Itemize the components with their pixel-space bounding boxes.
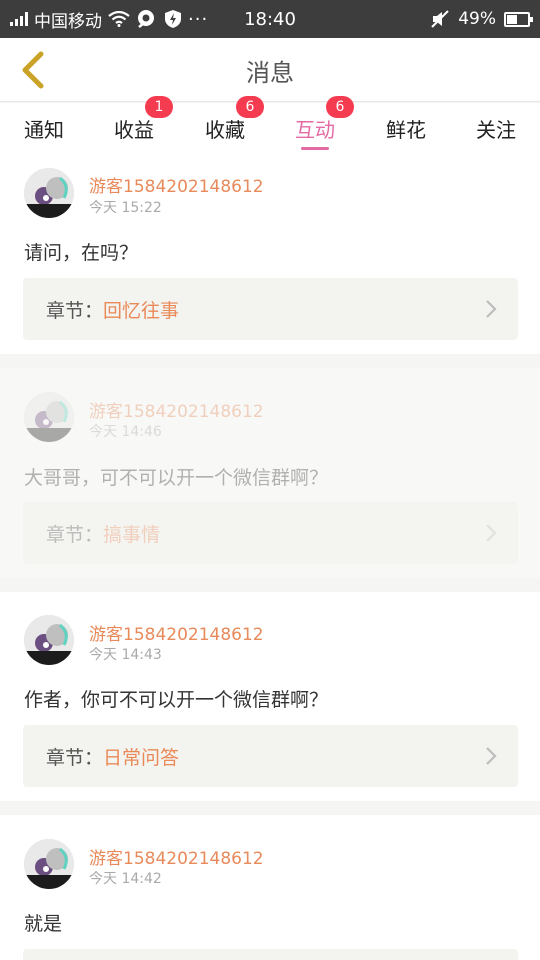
chapter-name: 搞事情 xyxy=(103,523,161,546)
shield-icon xyxy=(165,10,181,28)
chapter-link[interactable] xyxy=(23,949,518,960)
username[interactable]: 游客1584202148612 xyxy=(89,172,264,197)
message-card: 游客1584202148612 今天 14:42 就是 xyxy=(0,815,540,960)
chevron-right-icon xyxy=(486,300,497,318)
chapter-name: 回忆往事 xyxy=(103,299,180,322)
count-badge: 6 xyxy=(326,96,354,118)
tab-label: 收益 xyxy=(114,117,154,142)
message-text: 请问，在吗？ xyxy=(24,242,139,264)
tab-favorites[interactable]: 收藏 6 xyxy=(203,96,264,153)
wifi-icon xyxy=(108,11,130,27)
chapter-link[interactable]: 章节： 回忆往事 xyxy=(23,278,518,340)
notification-icon xyxy=(138,10,154,28)
back-button[interactable] xyxy=(10,48,54,92)
message-card: 游客1584202148612 今天 14:43 作者，你可不可以开一个微信群啊… xyxy=(0,592,540,801)
timestamp: 今天 14:42 xyxy=(89,871,162,887)
signal-icon xyxy=(10,12,28,26)
chevron-right-icon xyxy=(486,524,497,542)
tab-bar: 通知 收益 1 收藏 6 互动 6 鲜花 关注 xyxy=(0,96,540,153)
tab-label: 互动 xyxy=(295,117,335,142)
avatar[interactable] xyxy=(24,839,74,889)
header: 消息 xyxy=(0,38,540,102)
tab-flowers[interactable]: 鲜花 xyxy=(384,103,428,153)
tab-following[interactable]: 关注 xyxy=(474,103,518,153)
message-card: 游客1584202148612 今天 15:22 请问，在吗？ 章节： 回忆往事 xyxy=(0,153,540,354)
tab-label: 通知 xyxy=(24,117,64,142)
tab-label: 收藏 xyxy=(205,117,245,142)
carrier-name: 中国移动 xyxy=(34,11,102,32)
chevron-left-icon xyxy=(22,51,44,89)
clock: 18:40 xyxy=(244,8,296,30)
more-icon: ··· xyxy=(188,8,209,30)
count-badge: 1 xyxy=(145,96,173,118)
chapter-prefix: 章节： xyxy=(46,746,104,769)
chapter-name: 日常问答 xyxy=(103,746,180,769)
count-badge: 6 xyxy=(236,96,264,118)
message-text: 大哥哥，可不可以开一个微信群啊？ xyxy=(24,467,329,489)
status-bar: 中国移动 ··· 18:40 49% xyxy=(0,0,540,38)
mute-icon xyxy=(431,10,449,28)
username[interactable]: 游客1584202148612 xyxy=(89,397,264,422)
chapter-prefix: 章节： xyxy=(46,299,104,322)
avatar[interactable] xyxy=(24,615,74,665)
tab-earnings[interactable]: 收益 1 xyxy=(112,96,173,153)
message-card: 游客1584202148612 今天 14:46 大哥哥，可不可以开一个微信群啊… xyxy=(0,368,540,578)
timestamp: 今天 15:22 xyxy=(89,200,162,216)
tab-label: 鲜花 xyxy=(386,117,426,142)
timestamp: 今天 14:46 xyxy=(89,424,162,440)
message-text: 就是 xyxy=(24,913,63,935)
username[interactable]: 游客1584202148612 xyxy=(89,620,264,645)
tab-interactions[interactable]: 互动 6 xyxy=(293,96,354,153)
battery-level xyxy=(507,14,517,24)
tab-label: 关注 xyxy=(476,117,516,142)
chapter-prefix: 章节： xyxy=(46,523,104,546)
chevron-right-icon xyxy=(486,747,497,765)
timestamp: 今天 14:43 xyxy=(89,647,162,663)
page-title: 消息 xyxy=(246,58,294,87)
username[interactable]: 游客1584202148612 xyxy=(89,844,264,869)
message-text: 作者，你可不可以开一个微信群啊？ xyxy=(24,689,329,711)
avatar[interactable] xyxy=(24,168,74,218)
battery-icon xyxy=(504,11,533,27)
avatar[interactable] xyxy=(24,392,74,442)
chapter-link[interactable]: 章节： 搞事情 xyxy=(23,502,518,564)
tab-notifications[interactable]: 通知 xyxy=(22,103,66,153)
battery-percent: 49% xyxy=(458,9,496,29)
chapter-link[interactable]: 章节： 日常问答 xyxy=(23,725,518,787)
